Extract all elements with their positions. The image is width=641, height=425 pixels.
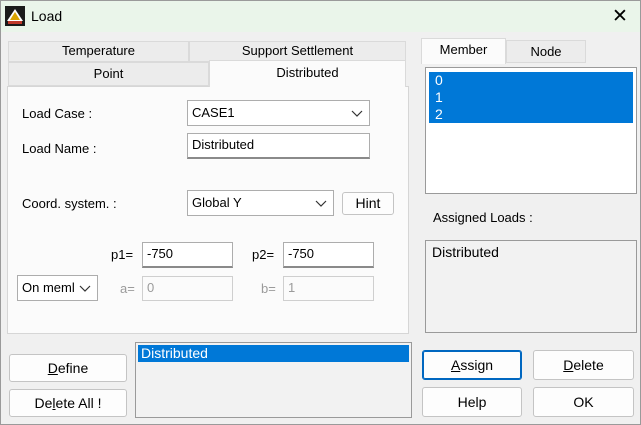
coord-system-value: Global Y [192,195,242,210]
member-panel: 0 1 2 Assigned Loads : Distributed [420,63,639,335]
assign-button[interactable]: Assign [422,350,522,380]
hint-button[interactable]: Hint [342,192,394,215]
load-case-label: Load Case : [22,106,93,121]
p1-field[interactable]: -750 [142,242,233,268]
b-value: 1 [288,280,296,295]
distributed-panel: Load Case : CASE1 Load Name : Distribute… [7,86,409,334]
chevron-down-icon [315,200,327,207]
title-bar[interactable]: Load ✕ [1,1,640,32]
define-mnemonic: D [47,360,58,376]
tab-label: Node [530,44,562,59]
p1-label: p1= [111,247,134,262]
a-value: 0 [147,280,155,295]
list-item[interactable]: 0 [429,72,633,89]
hint-button-label: Hint [355,195,381,211]
load-name-label: Load Name : [22,141,97,156]
delete-label: elete [573,357,604,373]
a-label: a= [120,281,135,296]
list-item[interactable]: Distributed [138,345,409,362]
tab-label: Support Settlement [241,43,354,58]
tab-label: Point [93,66,124,81]
b-label: b= [261,281,276,296]
assigned-loads-label: Assigned Loads : [433,210,533,225]
tab-node[interactable]: Node [506,40,586,63]
delete-all-label-rest: ete All ! [55,395,102,411]
tab-label: Distributed [276,65,339,80]
define-label: efine [57,360,89,376]
list-item[interactable]: 1 [429,89,633,106]
help-button[interactable]: Help [422,387,522,417]
list-item[interactable]: Distributed [426,244,636,261]
tab-label: Temperature [62,43,135,58]
a-field: 0 [142,276,233,301]
load-name-value: Distributed [192,137,255,152]
define-button[interactable]: Define [9,354,127,382]
load-case-value: CASE1 [192,105,235,120]
chevron-down-icon [351,110,363,117]
chevron-down-icon [79,285,91,292]
b-field: 1 [283,276,374,301]
load-position-select[interactable]: On meml [17,275,98,301]
coord-system-select[interactable]: Global Y [187,190,334,216]
assign-mnemonic: A [450,357,461,373]
tab-support-settlement[interactable]: Support Settlement [189,41,406,62]
member-list[interactable]: 0 1 2 [425,67,637,194]
app-logo-icon [5,6,25,26]
tab-member[interactable]: Member [421,38,506,64]
ok-button[interactable]: OK [533,387,634,417]
tab-label: Member [439,42,488,57]
coord-system-label: Coord. system. : [22,196,117,211]
load-case-select[interactable]: CASE1 [187,100,370,126]
tab-temperature[interactable]: Temperature [8,41,189,62]
tab-point[interactable]: Point [8,62,209,86]
assigned-loads-list[interactable]: Distributed [425,240,637,333]
ok-label: OK [573,394,594,410]
loads-list[interactable]: Distributed [135,342,412,418]
load-dialog: Load ✕ Temperature Support Settlement Po… [0,0,641,425]
delete-all-label-pre: De [34,395,53,411]
p2-field[interactable]: -750 [283,242,374,268]
window-title: Load [31,8,63,24]
delete-all-button[interactable]: Delete All ! [9,389,127,417]
delete-mnemonic: D [563,357,574,373]
help-label: Help [457,394,487,410]
load-name-field[interactable]: Distributed [187,133,370,159]
close-icon[interactable]: ✕ [609,5,631,27]
delete-button[interactable]: Delete [533,350,634,380]
p1-value: -750 [147,246,174,261]
list-item[interactable]: 2 [429,106,633,123]
load-position-value: On meml [22,280,75,295]
tab-distributed[interactable]: Distributed [209,60,406,87]
p2-label: p2= [252,247,275,262]
assign-label: ssign [460,357,494,373]
p2-value: -750 [288,246,315,261]
